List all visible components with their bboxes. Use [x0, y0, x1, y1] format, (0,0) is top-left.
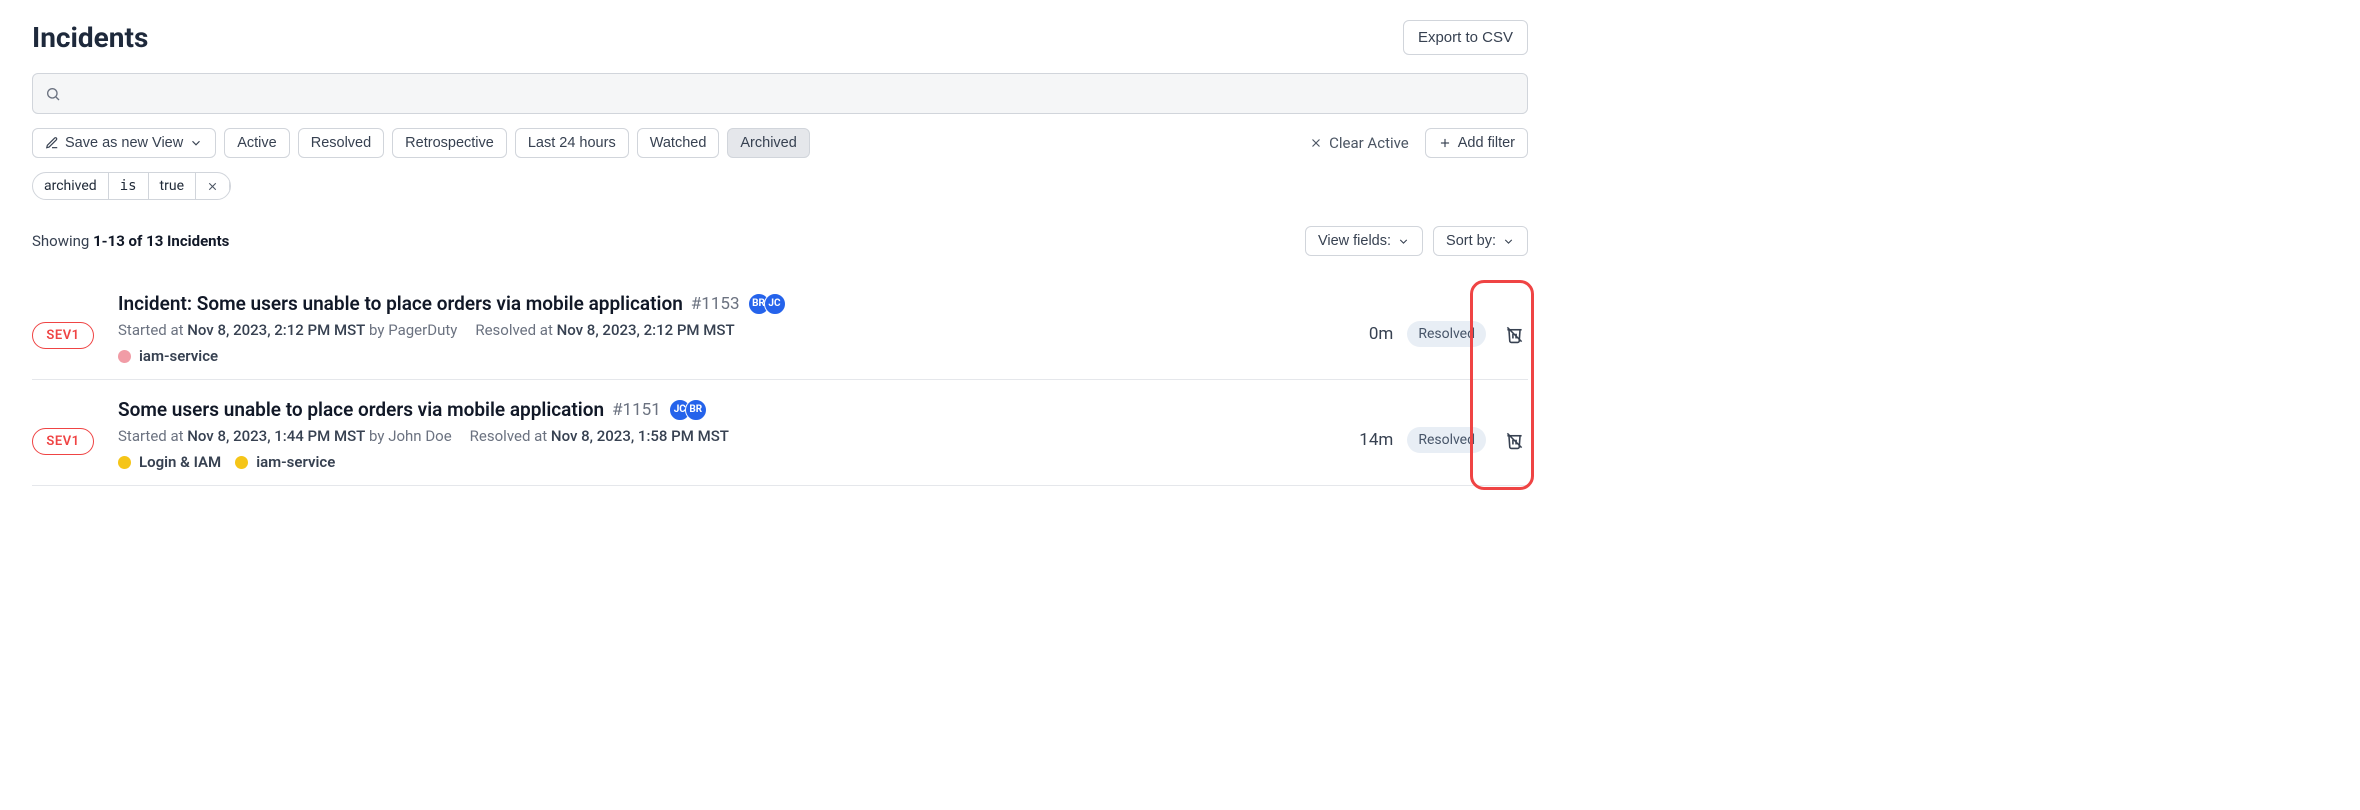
chevron-down-icon [189, 136, 203, 150]
started-meta: Started at Nov 8, 2023, 2:12 PM MST by P… [118, 321, 457, 339]
add-filter-button[interactable]: Add filter [1425, 128, 1528, 158]
filter-op: is [109, 173, 149, 199]
export-csv-label: Export to CSV [1418, 29, 1513, 46]
results-count: Showing 1-13 of 13 Incidents [32, 232, 229, 250]
started-meta: Started at Nov 8, 2023, 1:44 PM MST by J… [118, 427, 452, 445]
service-tag[interactable]: Login & IAM [118, 453, 221, 471]
filter-value: true [149, 173, 196, 199]
sort-by-button[interactable]: Sort by: [1433, 226, 1528, 256]
avatar: BR [685, 399, 707, 421]
view-fields-label: View fields: [1318, 233, 1391, 249]
unarchive-icon [1505, 325, 1524, 344]
export-csv-button[interactable]: Export to CSV [1403, 20, 1528, 55]
tag-color-dot [118, 456, 131, 469]
status-badge: Resolved [1407, 427, 1486, 453]
unarchive-button[interactable] [1500, 320, 1528, 348]
page-title: Incidents [32, 21, 148, 54]
save-view-label: Save as new View [65, 135, 183, 151]
sort-by-label: Sort by: [1446, 233, 1496, 249]
resolved-meta: Resolved at Nov 8, 2023, 2:12 PM MST [475, 321, 734, 339]
save-view-button[interactable]: Save as new View [32, 128, 216, 158]
remove-filter-button[interactable] [196, 175, 230, 198]
service-tag[interactable]: iam-service [235, 453, 335, 471]
filter-preset-watched[interactable]: Watched [637, 128, 720, 158]
search-bar[interactable] [32, 73, 1528, 114]
filter-preset-archived[interactable]: Archived [727, 128, 809, 158]
severity-badge: SEV1 [32, 428, 94, 455]
add-filter-label: Add filter [1458, 135, 1515, 151]
clear-active-button[interactable]: Clear Active [1309, 134, 1409, 152]
tag-color-dot [118, 350, 131, 363]
view-fields-button[interactable]: View fields: [1305, 226, 1423, 256]
incident-title[interactable]: Incident: Some users unable to place ord… [118, 292, 683, 315]
resolved-meta: Resolved at Nov 8, 2023, 1:58 PM MST [470, 427, 729, 445]
applied-filter-chip[interactable]: archived is true [32, 172, 231, 200]
incident-row[interactable]: SEV1 Incident: Some users unable to plac… [32, 274, 1528, 380]
plus-icon [1438, 136, 1452, 150]
filter-preset-retrospective[interactable]: Retrospective [392, 128, 507, 158]
severity-badge: SEV1 [32, 322, 94, 349]
clear-active-label: Clear Active [1329, 134, 1409, 152]
avatar-group: JC BR [669, 399, 707, 421]
unarchive-button[interactable] [1500, 426, 1528, 454]
duration: 14m [1359, 430, 1393, 450]
duration: 0m [1369, 324, 1393, 344]
incident-id: #1153 [691, 294, 740, 314]
filter-preset-active[interactable]: Active [224, 128, 290, 158]
search-input[interactable] [69, 84, 1515, 103]
avatar: JC [764, 293, 786, 315]
filter-preset-last24[interactable]: Last 24 hours [515, 128, 629, 158]
incident-id: #1151 [612, 400, 661, 420]
service-tag[interactable]: iam-service [118, 347, 218, 365]
chevron-down-icon [1502, 235, 1515, 248]
filter-field: archived [33, 173, 109, 199]
incident-title[interactable]: Some users unable to place orders via mo… [118, 398, 604, 421]
search-icon [45, 86, 61, 102]
close-icon [1309, 136, 1323, 150]
chevron-down-icon [1397, 235, 1410, 248]
pencil-icon [45, 136, 59, 150]
filter-preset-resolved[interactable]: Resolved [298, 128, 384, 158]
incident-row[interactable]: SEV1 Some users unable to place orders v… [32, 380, 1528, 486]
tag-color-dot [235, 456, 248, 469]
avatar-group: BR JC [748, 293, 786, 315]
unarchive-icon [1505, 431, 1524, 450]
status-badge: Resolved [1407, 321, 1486, 347]
